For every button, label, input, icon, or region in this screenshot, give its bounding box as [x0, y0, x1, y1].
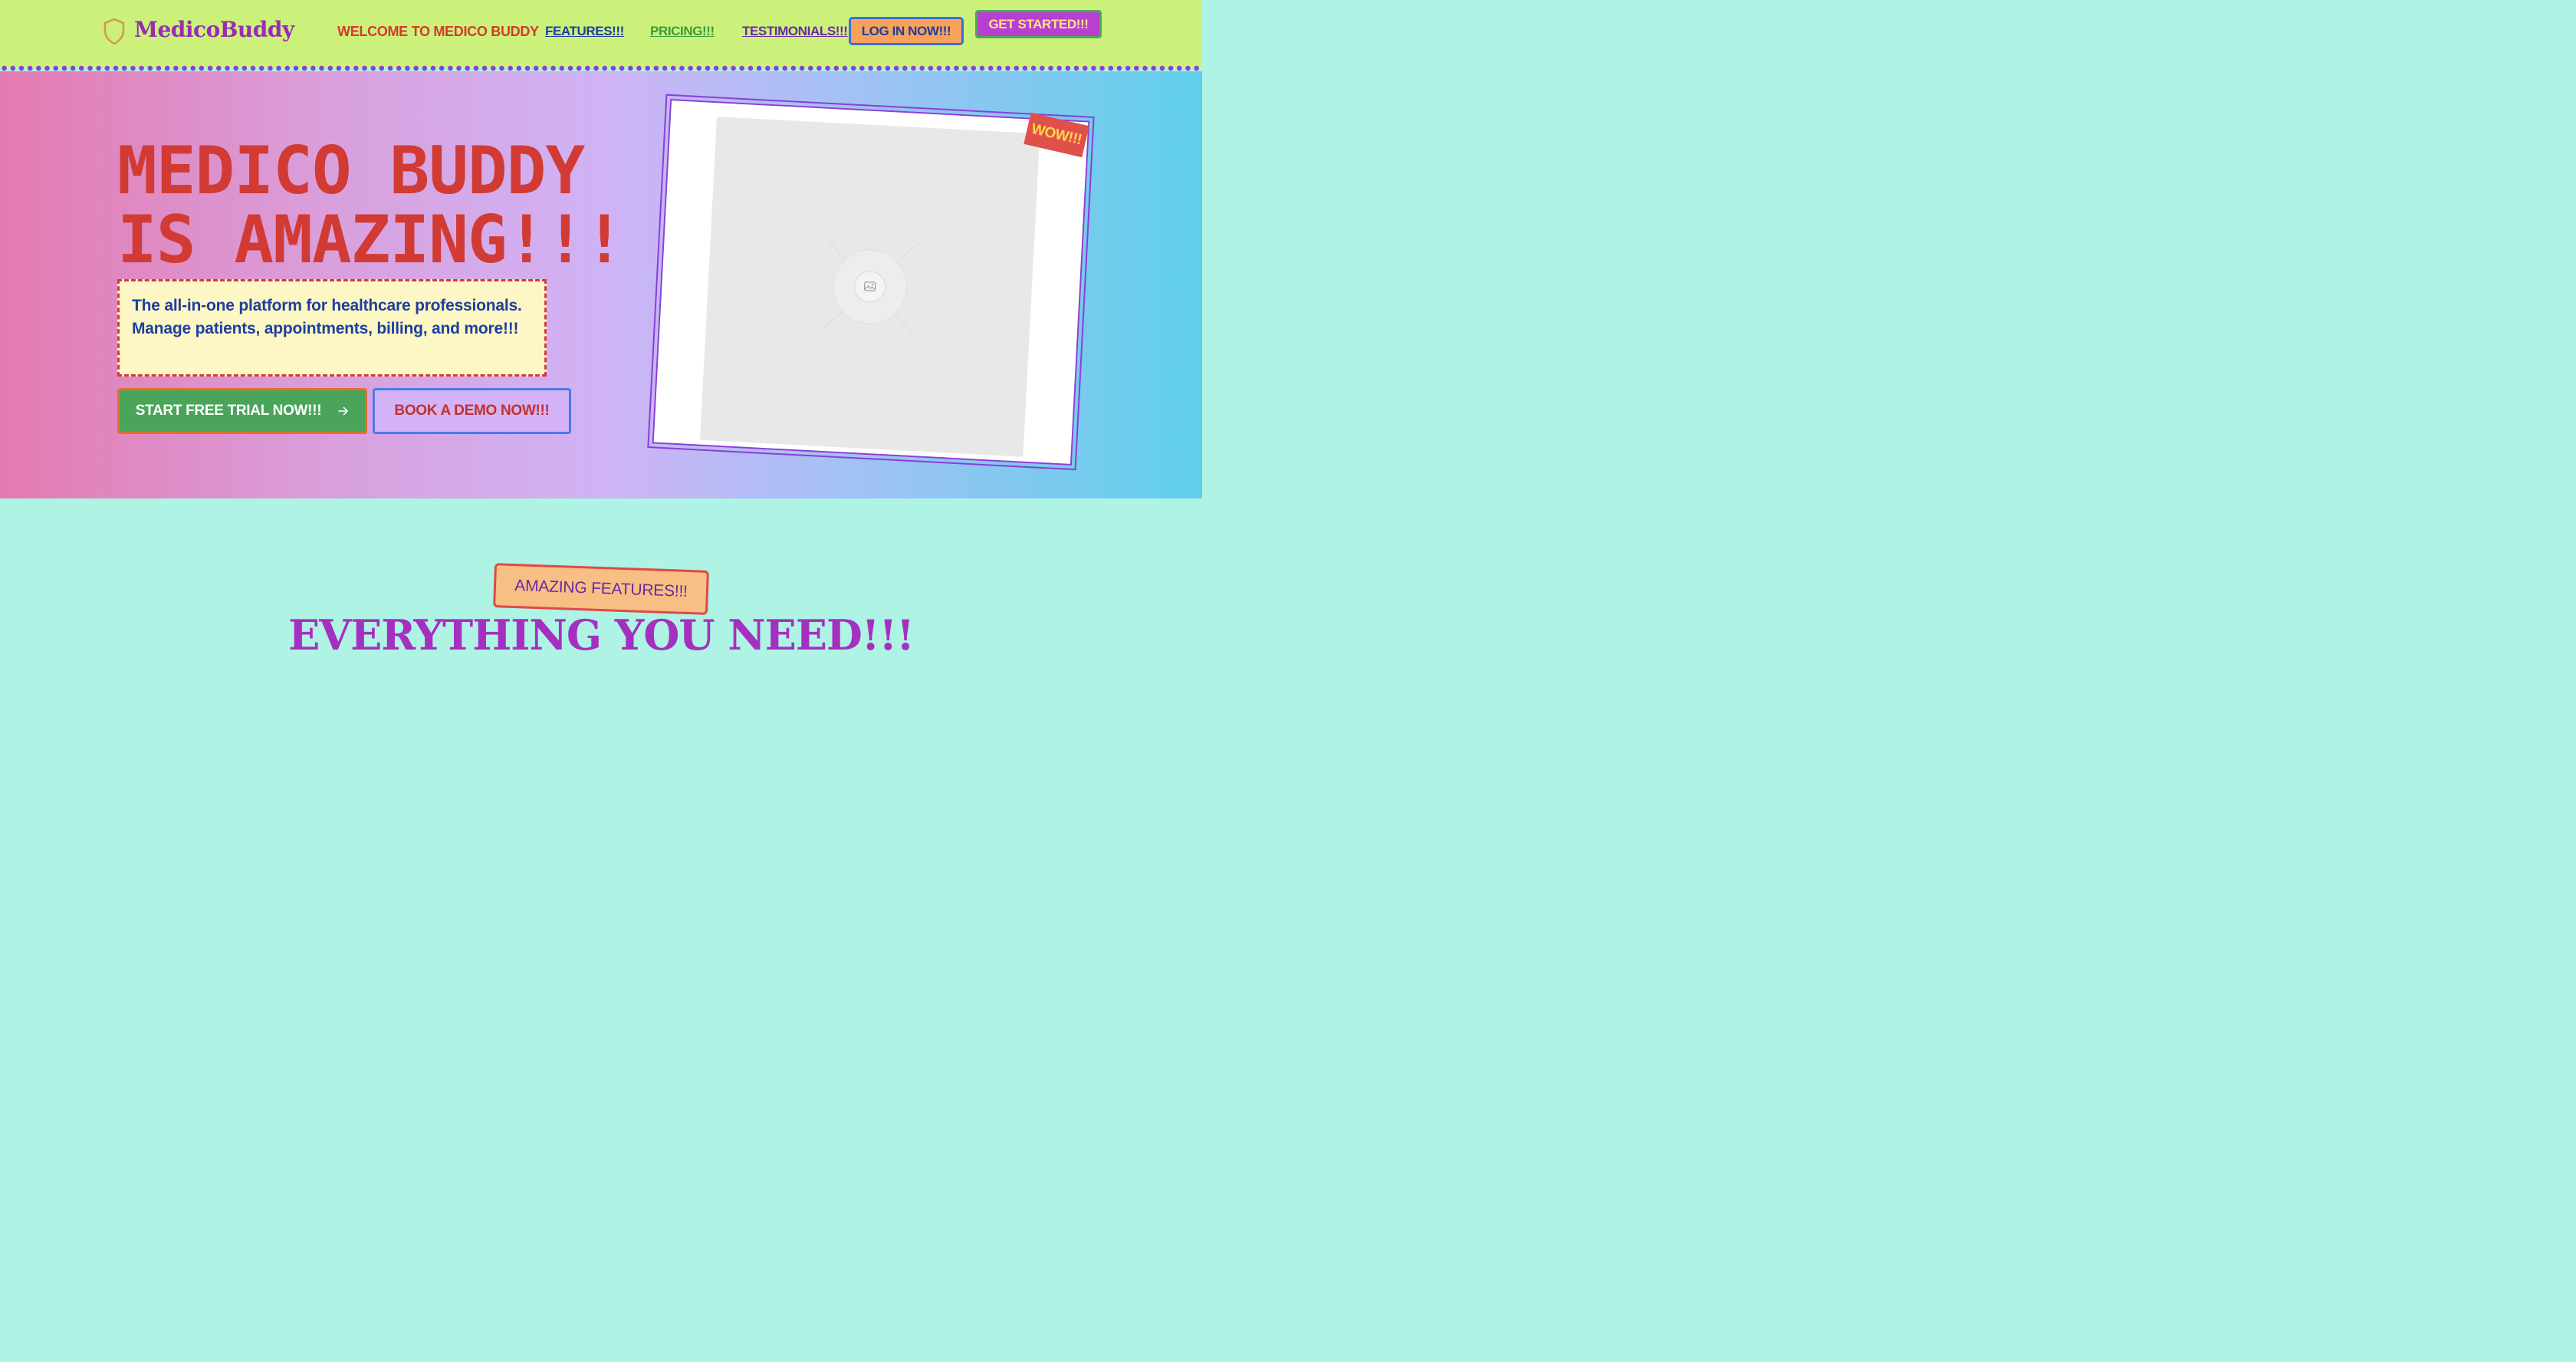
dotted-divider	[0, 65, 1202, 71]
brand-name[interactable]: MedicoBuddy	[134, 17, 294, 42]
login-button[interactable]: LOG IN NOW!!!	[849, 17, 964, 45]
nav-welcome-text: WELCOME TO MEDICO BUDDY	[337, 24, 539, 39]
start-free-trial-button[interactable]: START FREE TRIAL NOW!!!	[117, 388, 367, 434]
nav-link-features[interactable]: FEATURES!!!	[545, 24, 624, 39]
hero-image-placeholder	[699, 117, 1040, 457]
arrow-right-icon	[338, 406, 349, 416]
hero-title: MEDICO BUDDY IS AMAZING!!!	[117, 137, 654, 275]
get-started-button[interactable]: GET STARTED!!!	[975, 10, 1102, 38]
navbar: MedicoBuddy WELCOME TO MEDICO BUDDY FEAT…	[0, 0, 1202, 67]
hero-subtitle: The all-in-one platform for healthcare p…	[117, 279, 547, 377]
book-demo-button[interactable]: BOOK A DEMO NOW!!!	[373, 388, 571, 434]
features-badge: AMAZING FEATURES!!!	[493, 563, 709, 615]
placeholder-graphic	[820, 237, 920, 337]
shield-icon	[104, 18, 125, 45]
features-title: EVERYTHING YOU NEED!!!	[288, 610, 915, 660]
hero-title-line-1: MEDICO BUDDY	[117, 133, 585, 209]
start-free-trial-label: START FREE TRIAL NOW!!!	[135, 403, 322, 419]
nav-link-testimonials[interactable]: TESTIMONIALS!!!	[742, 24, 848, 39]
card-inner-frame	[652, 98, 1090, 466]
nav-link-pricing[interactable]: PRICING!!!	[650, 24, 715, 39]
hero-image-card	[647, 94, 1095, 471]
hero-title-line-2: IS AMAZING!!!	[117, 202, 624, 278]
